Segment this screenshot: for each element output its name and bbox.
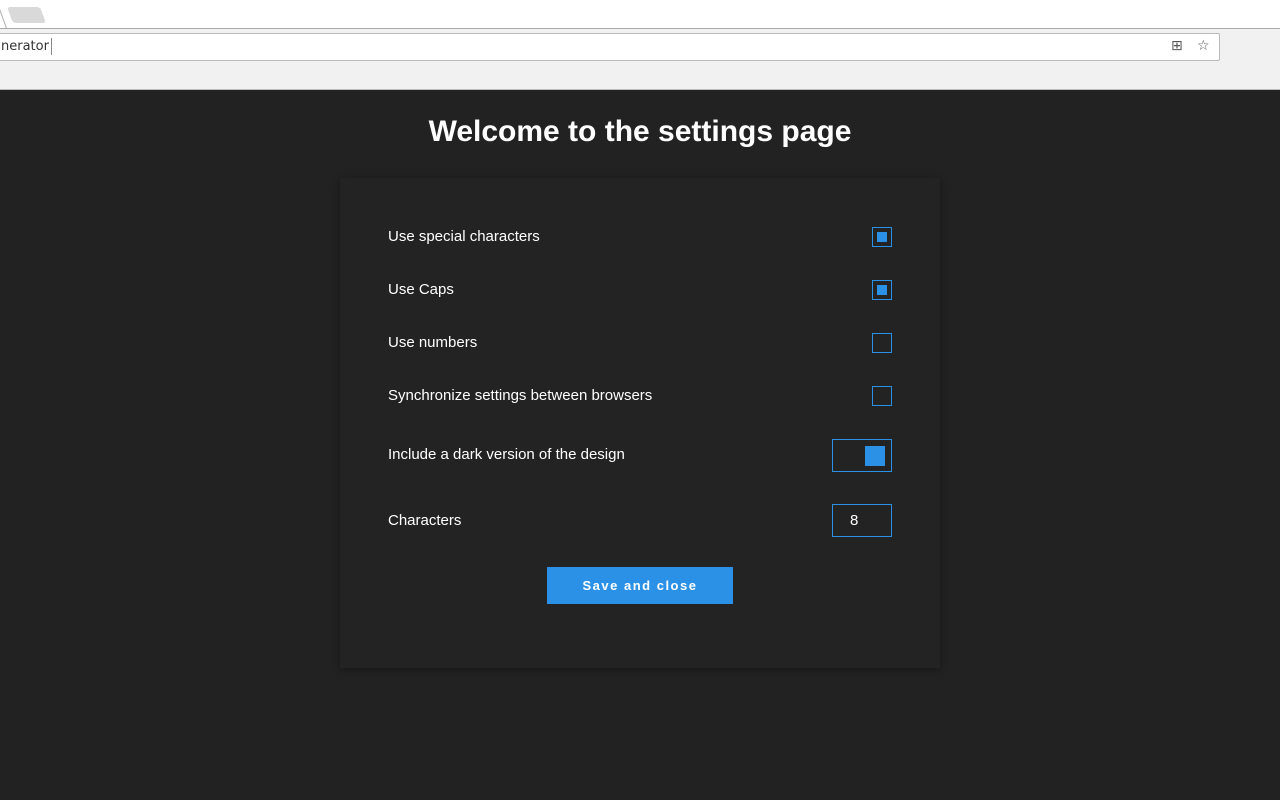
toggle-thumb (865, 446, 885, 466)
setting-label: Synchronize settings between browsers (388, 387, 653, 404)
synchronize-checkbox[interactable] (872, 386, 892, 406)
setting-numbers: Use numbers (388, 331, 892, 355)
dark-version-toggle[interactable] (832, 439, 892, 472)
address-bar[interactable]: nerator ⊞ ☆ (0, 33, 1220, 61)
new-tab-button[interactable] (7, 7, 46, 23)
translate-icon[interactable]: ⊞ (1171, 38, 1183, 54)
setting-characters: Characters (388, 504, 892, 537)
setting-label: Characters (388, 512, 462, 529)
setting-special-characters: Use special characters (388, 225, 892, 249)
setting-synchronize: Synchronize settings between browsers (388, 384, 892, 408)
setting-dark-version: Include a dark version of the design (388, 439, 892, 472)
save-and-close-button[interactable]: Save and close (547, 567, 733, 604)
browser-chrome: nerator ⊞ ☆ (0, 0, 1280, 90)
page-title: Welcome to the settings page (428, 115, 852, 148)
setting-label: Use numbers (388, 334, 478, 351)
special-characters-checkbox[interactable] (872, 227, 892, 247)
setting-label: Use special characters (388, 228, 540, 245)
settings-page: Welcome to the settings page Use special… (0, 91, 1280, 800)
setting-label: Include a dark version of the design (388, 446, 625, 463)
characters-input[interactable] (832, 504, 892, 537)
settings-panel: Use special characters Use Caps Use numb… (340, 178, 940, 668)
numbers-checkbox[interactable] (872, 333, 892, 353)
tab-strip (0, 0, 1280, 29)
tab-edge (0, 0, 8, 29)
caps-checkbox[interactable] (872, 280, 892, 300)
star-icon[interactable]: ☆ (1197, 38, 1210, 54)
setting-label: Use Caps (388, 281, 454, 298)
text-caret (51, 38, 52, 55)
url-text: nerator (1, 39, 49, 54)
setting-caps: Use Caps (388, 278, 892, 302)
